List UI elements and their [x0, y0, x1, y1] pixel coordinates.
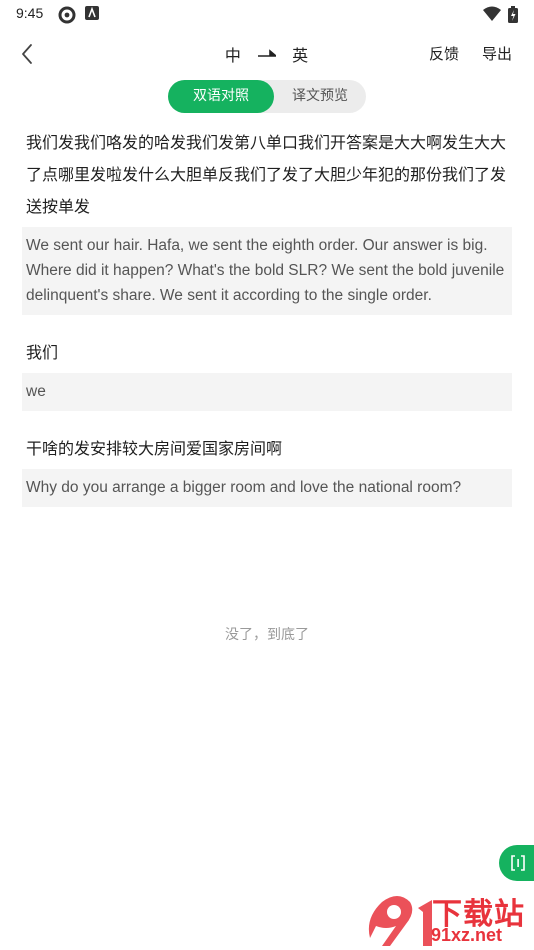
source-text: 我们 [26, 343, 59, 362]
notification-app-icon [85, 6, 99, 20]
end-of-list-note: 没了，到底了 [225, 627, 309, 643]
source-text: 我们发我们咯发的哈发我们发第八单口我们开答案是大大啊发生大大了点哪里发啦发什么大… [26, 133, 507, 216]
tab-bilingual[interactable]: 双语对照 [168, 80, 274, 113]
wifi-icon [483, 6, 501, 21]
watermark-url: 91xz.net [431, 925, 503, 945]
tab-translation-preview[interactable]: 译文预览 [274, 80, 366, 113]
app-bar: 中 英 反馈 导出 [0, 34, 534, 74]
source-language: 中 [224, 46, 242, 65]
battery-icon [508, 6, 518, 23]
segment-item: 干啥的发安排较大房间爱国家房间啊 Why do you arrange a bi… [22, 433, 512, 507]
segment-item: 我们发我们咯发的哈发我们发第八单口我们开答案是大大啊发生大大了点哪里发啦发什么大… [22, 127, 512, 315]
source-text: 干啥的发安排较大房间爱国家房间啊 [26, 439, 283, 458]
swap-direction-icon [258, 49, 276, 57]
target-language: 英 [292, 46, 310, 65]
status-time: 9:45 [16, 5, 44, 21]
export-button[interactable]: 导出 [482, 43, 512, 64]
translated-text: We sent our hair. Hafa, we sent the eigh… [22, 227, 512, 315]
feedback-button[interactable]: 反馈 [429, 43, 459, 64]
floating-action-button[interactable] [499, 845, 534, 881]
status-bar: 9:45 [0, 0, 534, 28]
settings-gear-icon [58, 6, 76, 24]
segment-item: 我们 we [22, 337, 512, 411]
translation-list: 我们发我们咯发的哈发我们发第八单口我们开答案是大大啊发生大大了点哪里发啦发什么大… [22, 127, 512, 529]
view-mode-toggle: 双语对照 译文预览 [168, 80, 366, 113]
translated-text: we [22, 373, 512, 411]
translated-text: Why do you arrange a bigger room and lov… [22, 469, 512, 507]
bracket-icon [511, 855, 525, 871]
